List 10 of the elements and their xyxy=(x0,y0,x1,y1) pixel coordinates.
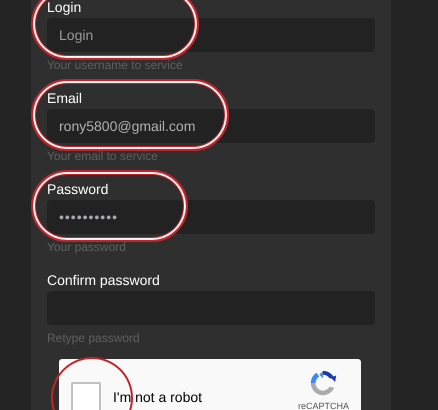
field-label: Email xyxy=(47,91,82,105)
captcha-checkbox[interactable] xyxy=(71,382,101,410)
input-field[interactable]: •••••••••• xyxy=(47,200,375,234)
field-label: Confirm password xyxy=(47,273,160,287)
captcha-brand: reCAPTCHA xyxy=(298,401,349,410)
field-label: Login xyxy=(47,0,82,14)
field-label: Password xyxy=(47,182,108,196)
input-field[interactable]: rony5800@gmail.com xyxy=(47,109,375,143)
captcha-label: I'm not a robot xyxy=(113,389,202,405)
input-field[interactable]: Login xyxy=(47,18,375,52)
